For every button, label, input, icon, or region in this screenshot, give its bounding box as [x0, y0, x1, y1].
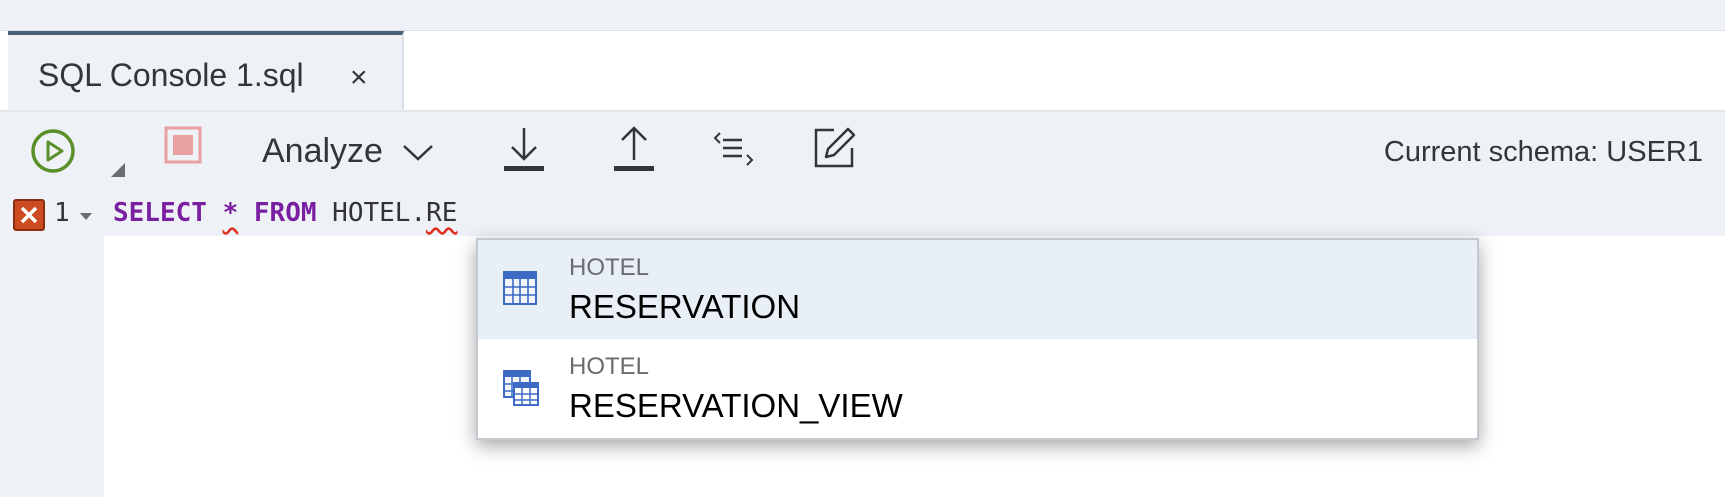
editor-tab-bar: SQL Console 1.sql × [0, 31, 1725, 112]
format-code-icon [713, 132, 754, 166]
table-prefix: HOTEL. [332, 198, 427, 228]
tab-label: SQL Console 1.sql [38, 57, 304, 93]
stop-icon [164, 126, 202, 164]
upload-button[interactable] [612, 126, 656, 177]
table-icon [503, 271, 537, 305]
upload-icon [614, 126, 654, 171]
line-number: 1 [54, 198, 70, 228]
tab-sql-console[interactable]: SQL Console 1.sql × [8, 31, 404, 110]
autocomplete-item-reservation-view[interactable]: HOTEL RESERVATION_VIEW [478, 339, 1477, 438]
view-icon [503, 370, 539, 406]
code-line[interactable]: SELECT * FROM HOTEL.RE [113, 198, 457, 228]
current-schema-label: Current schema: USER1 [1383, 136, 1703, 168]
edit-button[interactable] [812, 126, 856, 175]
autocomplete-popup: HOTEL RESERVATION HOTEL RESERVATION_VIEW [476, 238, 1479, 440]
error-marker-icon[interactable] [13, 199, 45, 231]
download-icon [504, 128, 544, 171]
window-top-strip [0, 0, 1725, 31]
item-name: RESERVATION_VIEW [569, 387, 903, 424]
analyze-label: Analyze [262, 132, 383, 170]
editor-gutter [0, 192, 104, 497]
analyze-dropdown[interactable]: Analyze [262, 132, 435, 171]
format-code-button[interactable] [712, 130, 756, 175]
tab-close-button[interactable]: × [350, 61, 368, 95]
partial-identifier: RE [426, 198, 458, 228]
item-schema: HOTEL [569, 353, 650, 380]
fold-toggle[interactable] [80, 208, 92, 226]
download-button[interactable] [502, 126, 546, 177]
chevron-down-icon [403, 144, 434, 161]
keyword-star: * [222, 198, 239, 228]
caret-down-icon [80, 213, 92, 220]
sql-toolbar: Analyze Current schema: USER1 [0, 112, 1725, 192]
run-button[interactable] [30, 128, 76, 179]
item-schema: HOTEL [569, 254, 650, 281]
run-options-dropdown[interactable] [110, 162, 126, 183]
run-icon [31, 129, 75, 173]
autocomplete-item-reservation[interactable]: HOTEL RESERVATION [478, 240, 1477, 339]
edit-icon [814, 127, 856, 168]
item-name: RESERVATION [569, 288, 801, 325]
keyword-from: FROM [253, 198, 317, 228]
corner-triangle-icon [111, 163, 125, 177]
keyword-select: SELECT [113, 198, 207, 228]
stop-button[interactable] [164, 126, 202, 169]
